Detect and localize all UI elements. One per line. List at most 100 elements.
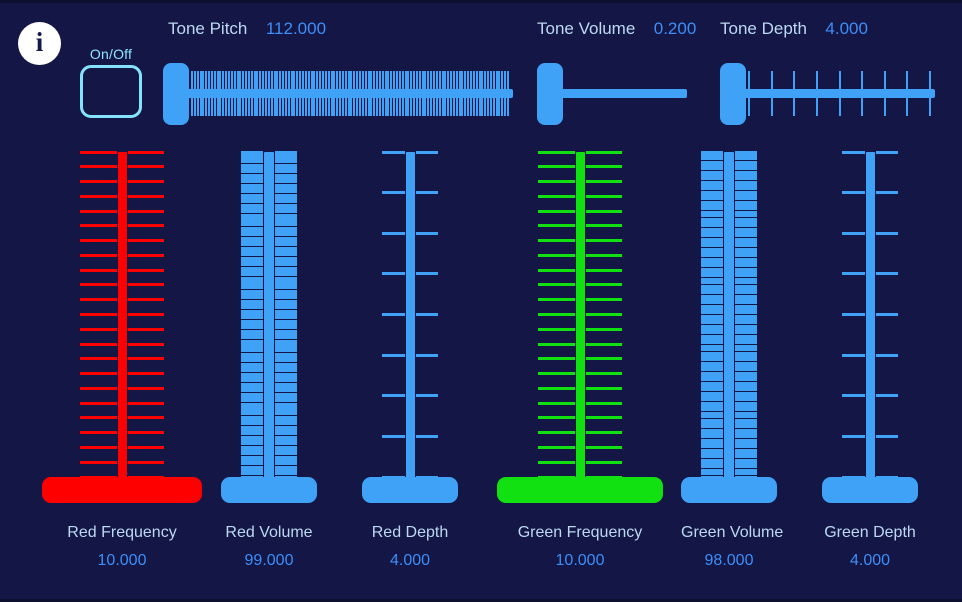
tone-volume-body[interactable]	[537, 63, 687, 125]
tick-mark	[216, 71, 219, 116]
tick-mark	[447, 71, 450, 116]
info-icon[interactable]: i	[18, 22, 61, 65]
tick-mark	[875, 394, 898, 398]
red-frequency-body[interactable]	[42, 148, 202, 503]
tick-mark	[80, 431, 117, 435]
slider-tone-depth[interactable]: Tone Depth 4.000	[720, 19, 935, 125]
tick-mark	[196, 71, 199, 116]
slider-stem	[117, 152, 127, 481]
tick-mark	[127, 372, 164, 376]
tick-mark	[127, 431, 164, 435]
tone-depth-body[interactable]	[720, 63, 935, 125]
tick-mark	[225, 71, 228, 116]
tick-mark	[538, 165, 575, 169]
tone-volume-label: Tone Volume	[537, 19, 636, 38]
tick-mark	[127, 357, 164, 361]
tick-mark	[929, 71, 931, 116]
tick-mark	[430, 71, 433, 116]
tick-mark	[193, 71, 196, 116]
slider-red-volume[interactable]: Red Volume 99.000	[221, 148, 317, 569]
tick-mark	[127, 298, 164, 302]
slider-red-frequency[interactable]: Red Frequency 10.000	[42, 148, 202, 569]
tone-pitch-value: 112.000	[265, 19, 327, 38]
tick-mark	[538, 298, 575, 302]
tick-mark	[316, 71, 319, 116]
tick-mark	[538, 460, 575, 464]
tick-mark	[458, 71, 461, 116]
slider-thumb[interactable]	[822, 477, 918, 503]
tick-mark	[538, 342, 575, 346]
red-volume-body[interactable]	[221, 148, 317, 503]
slider-thumb[interactable]	[221, 477, 317, 503]
tick-mark	[80, 357, 117, 361]
tick-mark	[424, 71, 427, 116]
tick-mark	[250, 71, 253, 116]
tick-mark	[538, 357, 575, 361]
tone-pitch-thumb[interactable]	[163, 63, 189, 125]
tick-mark	[585, 150, 622, 154]
slider-green-volume[interactable]: Green Volume 98.000	[681, 148, 783, 569]
tick-mark	[415, 353, 438, 357]
green-frequency-body[interactable]	[497, 148, 663, 503]
tick-mark	[236, 71, 239, 116]
slider-thumb[interactable]	[681, 477, 777, 503]
tone-depth-label: Tone Depth	[720, 19, 807, 38]
tick-mark	[276, 71, 279, 116]
power-toggle-group: On/Off	[76, 46, 146, 118]
tick-mark	[267, 71, 270, 116]
slider-green-frequency[interactable]: Green Frequency 10.000	[497, 148, 663, 569]
tick-mark	[253, 71, 256, 116]
tick-mark	[367, 71, 370, 116]
green-depth-body[interactable]	[822, 148, 918, 503]
slider-tone-volume[interactable]: Tone Volume 0.200	[537, 19, 696, 125]
slider-tone-pitch[interactable]: Tone Pitch 112.000	[163, 19, 513, 125]
tick-mark	[413, 71, 416, 116]
tick-mark	[302, 71, 305, 116]
slider-stem	[405, 152, 415, 481]
tick-mark	[495, 71, 498, 116]
tick-mark	[585, 460, 622, 464]
tick-mark	[127, 253, 164, 257]
tick-mark	[127, 224, 164, 228]
tick-mark	[770, 71, 773, 116]
tick-mark	[793, 71, 796, 116]
red-depth-body[interactable]	[362, 148, 458, 503]
tick-mark	[247, 71, 250, 116]
tick-mark	[282, 71, 285, 116]
tick-mark	[382, 231, 405, 235]
slider-thumb[interactable]	[42, 477, 202, 503]
tone-depth-header: Tone Depth 4.000	[720, 19, 868, 39]
tick-mark	[358, 71, 361, 116]
tick-mark	[80, 224, 117, 228]
tick-mark	[875, 272, 898, 276]
tick-mark	[842, 353, 865, 357]
tick-mark	[127, 283, 164, 287]
tick-mark	[538, 268, 575, 272]
tick-mark	[875, 191, 898, 195]
tick-mark	[395, 71, 398, 116]
tick-mark	[324, 71, 327, 116]
power-toggle-button[interactable]	[80, 65, 142, 118]
slider-thumb[interactable]	[497, 477, 663, 503]
tick-mark	[381, 71, 384, 116]
tick-mark	[538, 386, 575, 390]
tone-volume-thumb[interactable]	[537, 63, 563, 125]
tone-depth-thumb[interactable]	[720, 63, 746, 125]
tick-mark	[538, 224, 575, 228]
tick-mark	[80, 298, 117, 302]
green-volume-body[interactable]	[681, 148, 777, 503]
slider-red-depth[interactable]: Red Depth 4.000	[362, 148, 458, 569]
tick-mark	[304, 71, 307, 116]
slider-stem	[575, 152, 585, 481]
tick-mark	[373, 71, 376, 116]
tick-mark	[382, 434, 405, 438]
tone-pitch-body[interactable]	[163, 63, 513, 125]
tick-mark	[538, 401, 575, 405]
tick-mark	[842, 191, 865, 195]
slider-green-depth[interactable]: Green Depth 4.000	[822, 148, 918, 569]
green-frequency-label: Green Frequency	[517, 524, 643, 541]
tone-volume-header: Tone Volume 0.200	[537, 19, 696, 39]
tick-mark	[538, 416, 575, 420]
tick-mark	[538, 180, 575, 184]
slider-thumb[interactable]	[362, 477, 458, 503]
